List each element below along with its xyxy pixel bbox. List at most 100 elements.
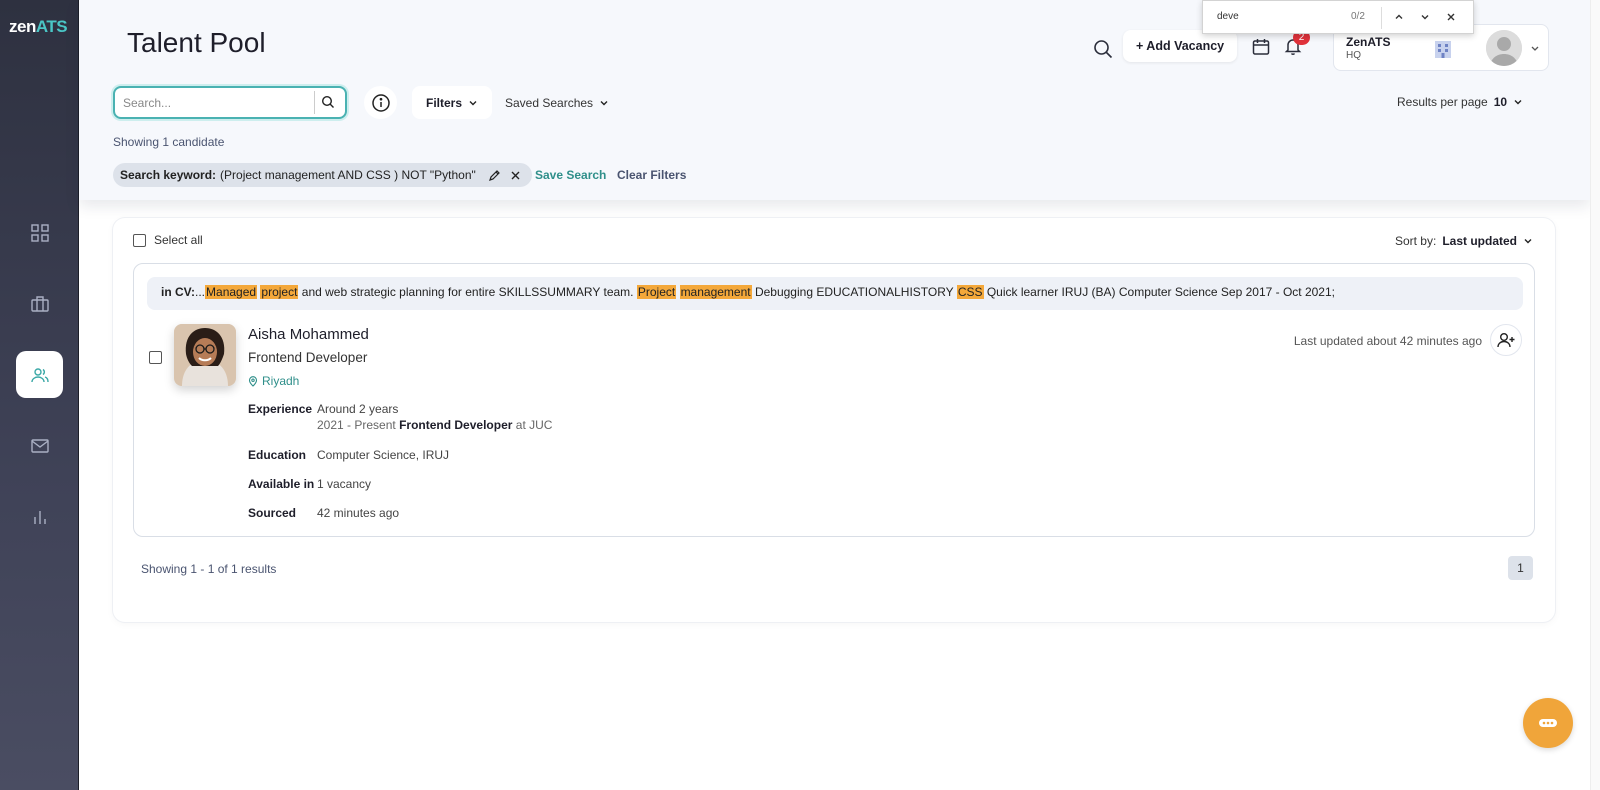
close-icon xyxy=(1447,13,1455,21)
search-input[interactable] xyxy=(123,94,303,112)
cv-text: Quick learner IRUJ (BA) Computer Science… xyxy=(983,285,1335,299)
find-in-page-bar: deve 0/2 xyxy=(1202,0,1474,34)
cv-highlight: management xyxy=(679,285,752,299)
find-divider xyxy=(1381,7,1382,29)
sourced-label: Sourced xyxy=(248,506,297,520)
main-content: Talent Pool + Add Vacancy 2 ZenATS HQ Se… xyxy=(79,0,1590,790)
search-info-button[interactable] xyxy=(364,86,397,119)
cv-text: Debugging EDUCATIONALHISTORY xyxy=(751,285,957,299)
org-name: ZenATS xyxy=(1346,35,1391,49)
more-horizontal-icon xyxy=(1539,719,1557,727)
results-per-page-value: 10 xyxy=(1493,95,1508,109)
results-panel: Select all Sort by: Last updated in CV:.… xyxy=(113,218,1555,622)
results-summary: Showing 1 - 1 of 1 results xyxy=(141,562,277,576)
cv-highlight: CSS xyxy=(956,285,984,299)
search-field xyxy=(113,86,347,119)
candidate-location-text: Riyadh xyxy=(262,374,300,388)
user-avatar[interactable] xyxy=(1486,30,1522,66)
building-icon xyxy=(1435,41,1451,58)
candidate-location: Riyadh xyxy=(248,374,299,388)
available-vacancy-link[interactable]: 1 vacancy xyxy=(317,477,371,491)
chat-button[interactable] xyxy=(1523,698,1573,748)
user-silhouette-icon xyxy=(1486,30,1522,66)
cv-highlight: Managed xyxy=(205,285,258,299)
active-filter-chip: Search keyword: (Project management AND … xyxy=(113,163,532,187)
search-submit-icon[interactable] xyxy=(321,95,335,109)
candidate-portrait-icon xyxy=(174,324,236,386)
mail-icon xyxy=(30,438,49,453)
users-icon xyxy=(30,367,49,382)
last-updated: Last updated about 42 minutes ago xyxy=(1293,334,1482,348)
sidebar-item-messages[interactable] xyxy=(16,422,63,469)
sort-by-dropdown[interactable]: Sort by: Last updated xyxy=(1395,234,1533,248)
add-vacancy-button[interactable]: + Add Vacancy xyxy=(1123,30,1238,62)
chevron-down-icon xyxy=(1524,239,1532,244)
sidebar: zenATS xyxy=(0,0,79,790)
saved-searches-label: Saved Searches xyxy=(505,95,594,110)
user-plus-icon xyxy=(1497,333,1515,348)
sidebar-item-reports[interactable] xyxy=(16,493,63,540)
sort-label: Sort by: xyxy=(1394,234,1437,248)
results-per-page[interactable]: Results per page 10 xyxy=(1397,95,1523,109)
chevron-down-icon xyxy=(1514,100,1522,105)
org-sub: HQ xyxy=(1346,50,1361,61)
saved-searches-dropdown[interactable]: Saved Searches xyxy=(505,86,609,119)
page-scrollbar[interactable] xyxy=(1590,0,1600,790)
education-label: Education xyxy=(248,448,307,462)
find-close-button[interactable] xyxy=(1443,9,1459,25)
select-all-checkbox[interactable] xyxy=(133,233,146,247)
chevron-up-icon xyxy=(1395,14,1403,19)
available-label: Available in xyxy=(248,477,315,491)
find-input[interactable]: deve xyxy=(1217,11,1239,22)
select-all-label: Select all xyxy=(154,233,203,247)
cv-snippet-label: in CV: xyxy=(161,285,196,299)
page-1-button[interactable]: 1 xyxy=(1508,556,1533,580)
add-to-vacancy-button[interactable] xyxy=(1490,324,1522,356)
save-search-link[interactable]: Save Search xyxy=(535,168,606,182)
filters-button[interactable]: Filters xyxy=(412,86,493,119)
zenats-logo[interactable]: zenATS xyxy=(9,17,68,37)
filter-chip-label: Search keyword: xyxy=(120,168,217,182)
filter-chip-value: (Project management AND CSS ) NOT "Pytho… xyxy=(220,168,476,182)
candidate-role: Frontend Developer xyxy=(248,350,368,365)
filters-label: Filters xyxy=(426,95,463,110)
candidate-photo[interactable] xyxy=(174,324,236,386)
page-title: Talent Pool xyxy=(127,27,266,58)
sourced-value: 42 minutes ago xyxy=(317,506,400,520)
candidate-checkbox[interactable] xyxy=(149,351,162,364)
candidate-count: Showing 1 candidate xyxy=(113,135,225,149)
results-per-page-label: Results per page xyxy=(1397,95,1488,109)
sort-value: Last updated xyxy=(1442,234,1517,248)
experience-value: Around 2 years xyxy=(317,402,399,416)
sidebar-item-dashboard[interactable] xyxy=(16,209,63,256)
info-icon xyxy=(371,93,390,112)
briefcase-icon xyxy=(30,295,49,312)
select-all[interactable]: Select all xyxy=(133,233,203,247)
cv-text: and web strategic planning for entire SK… xyxy=(298,285,637,299)
candidate-card[interactable]: in CV:...Managed project and web strateg… xyxy=(133,263,1535,537)
sidebar-item-talent-pool[interactable] xyxy=(16,351,63,398)
cv-snippet: in CV:...Managed project and web strateg… xyxy=(147,277,1523,310)
grid-icon xyxy=(30,223,49,242)
sidebar-item-vacancies[interactable] xyxy=(16,280,63,327)
education-value: Computer Science, IRUJ xyxy=(317,448,450,462)
close-icon[interactable] xyxy=(509,169,522,182)
chevron-down-icon xyxy=(469,100,477,105)
location-pin-icon xyxy=(248,375,258,387)
cv-highlight: project xyxy=(260,285,299,299)
cv-highlight: Project xyxy=(636,285,677,299)
chevron-down-icon xyxy=(1531,46,1539,51)
find-previous-button[interactable] xyxy=(1391,9,1407,25)
experience-detail: 2021 - Present Frontend Developer at JUC xyxy=(317,418,553,432)
experience-label: Experience xyxy=(248,402,313,416)
cv-text: ... xyxy=(195,285,206,299)
candidate-name[interactable]: Aisha Mohammed xyxy=(248,326,369,343)
search-divider xyxy=(314,91,315,114)
cv-snippet-text: ...Managed project and web strategic pla… xyxy=(195,285,1335,299)
find-next-button[interactable] xyxy=(1417,9,1433,25)
pencil-icon[interactable] xyxy=(488,169,501,182)
calendar-icon[interactable] xyxy=(1251,37,1271,57)
chevron-down-icon xyxy=(600,100,608,105)
search-icon[interactable] xyxy=(1092,38,1114,60)
clear-filters-link[interactable]: Clear Filters xyxy=(617,168,686,182)
